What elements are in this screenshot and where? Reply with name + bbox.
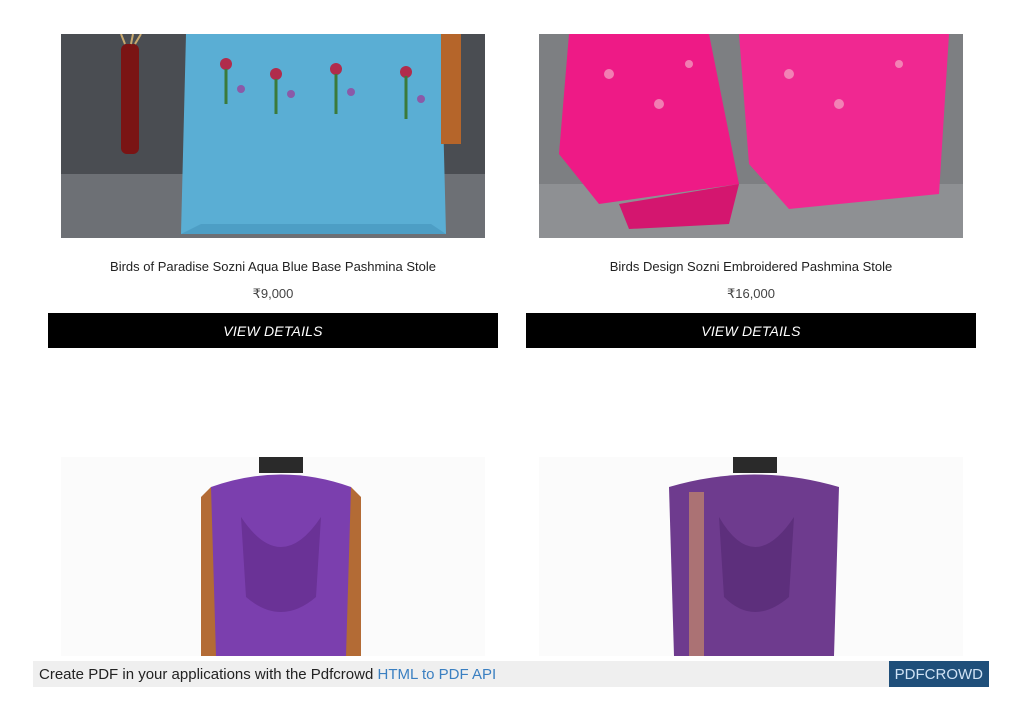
pdfcrowd-brand-button[interactable]: PDFCROWD — [888, 661, 989, 687]
product-title[interactable]: Birds of Paradise Sozni Aqua Blue Base P… — [48, 259, 498, 275]
pdfcrowd-banner: Create PDF in your applications with the… — [33, 661, 989, 687]
product-title[interactable]: Birds Design Sozni Embroidered Pashmina … — [526, 259, 976, 275]
view-details-button[interactable]: VIEW DETAILS — [48, 313, 498, 348]
product-price: ₹9,000 — [252, 286, 294, 301]
pdfcrowd-banner-text: Create PDF in your applications with the… — [39, 665, 374, 683]
product-image-violet-stole[interactable] — [539, 457, 963, 656]
html-to-pdf-api-link[interactable]: HTML to PDF API — [378, 666, 497, 683]
product-price: ₹16,000 — [726, 286, 776, 301]
product-card-aqua-stole: Birds of Paradise Sozni Aqua Blue Base P… — [48, 34, 498, 348]
product-image-purple-stole[interactable] — [61, 457, 485, 656]
product-card-pink-stole: Birds Design Sozni Embroidered Pashmina … — [526, 34, 976, 348]
product-image-aqua-stole[interactable] — [61, 34, 485, 238]
view-details-button[interactable]: VIEW DETAILS — [526, 313, 976, 348]
pdfcrowd-text: Create PDF in your applications with the… — [33, 666, 496, 683]
product-image-pink-stole[interactable] — [539, 34, 963, 238]
